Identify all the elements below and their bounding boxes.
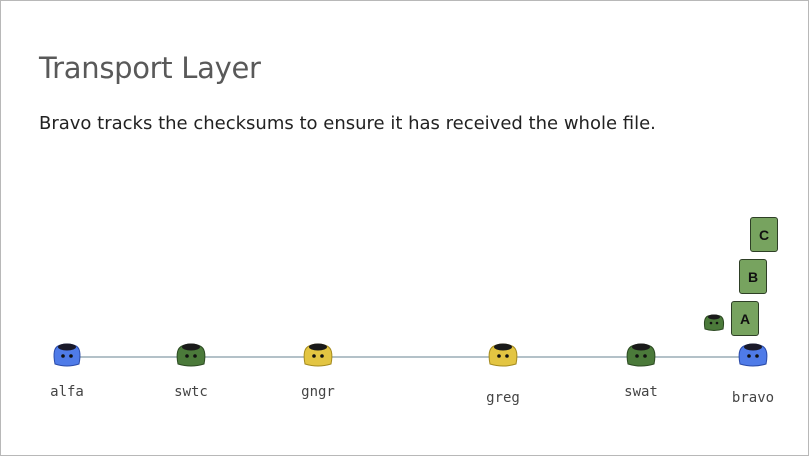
node-label-gngr: gngr (301, 384, 335, 400)
node-bravo-icon (738, 343, 768, 367)
node-label-swat: swat (624, 384, 658, 400)
network-diagram (53, 314, 768, 367)
node-greg-icon (488, 343, 518, 367)
packet-a: A (731, 301, 759, 336)
packet-b: B (739, 259, 767, 294)
node-swat-icon (626, 343, 656, 367)
node-label-alfa: alfa (50, 384, 84, 400)
node-label-greg: greg (486, 390, 520, 406)
packet-c: C (750, 217, 778, 252)
packet-carrier-icon (703, 314, 725, 331)
node-swtc-icon (176, 343, 206, 367)
node-alfa-icon (53, 343, 81, 367)
node-gngr-icon (303, 343, 333, 367)
node-label-bravo: bravo (731, 390, 775, 406)
node-label-swtc: swtc (174, 384, 208, 400)
slide: Transport Layer Bravo tracks the checksu… (0, 0, 809, 456)
